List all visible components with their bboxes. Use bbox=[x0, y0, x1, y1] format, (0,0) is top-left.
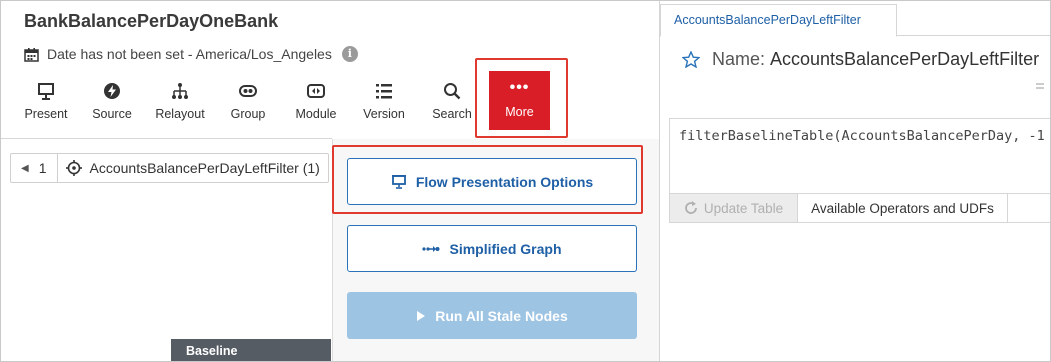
calendar-icon bbox=[24, 47, 39, 62]
simplified-graph-label: Simplified Graph bbox=[449, 240, 562, 257]
refresh-icon bbox=[684, 201, 697, 214]
breadcrumb-node[interactable]: AccountsBalancePerDayLeftFilter (1) bbox=[58, 154, 328, 182]
present-label: Present bbox=[24, 107, 68, 121]
source-label: Source bbox=[92, 107, 132, 121]
details-pane: AccountsBalancePerDayLeftFilter Name: Ac… bbox=[660, 1, 1050, 361]
toolbar-divider bbox=[1, 138, 332, 139]
more-dots-icon: ••• bbox=[509, 79, 530, 96]
simplified-graph-icon bbox=[422, 245, 440, 252]
left-arrow-icon[interactable]: ◀ bbox=[21, 163, 29, 174]
list-icon bbox=[376, 84, 392, 99]
group-icon bbox=[239, 85, 257, 97]
name-field-value[interactable]: AccountsBalancePerDayLeftFilter bbox=[770, 49, 1039, 70]
relayout-button[interactable]: Relayout bbox=[147, 79, 213, 125]
source-button[interactable]: Source bbox=[79, 79, 145, 125]
available-operators-button[interactable]: Available Operators and UDFs bbox=[798, 194, 1008, 222]
date-row: Date has not been set - America/Los_Ange… bbox=[24, 46, 358, 62]
name-row: Name: AccountsBalancePerDayLeftFilter bbox=[682, 49, 1039, 70]
relayout-label: Relayout bbox=[155, 107, 205, 121]
module-icon bbox=[307, 84, 325, 98]
version-label: Version bbox=[363, 107, 405, 121]
details-tabbar: AccountsBalancePerDayLeftFilter bbox=[660, 1, 1050, 37]
code-action-bar: Update Table Available Operators and UDF… bbox=[669, 193, 1050, 223]
presentation-icon bbox=[391, 175, 406, 189]
breadcrumb: ◀ 1 AccountsBalancePerDayLeftFilter (1) bbox=[10, 153, 329, 183]
version-button[interactable]: Version bbox=[351, 79, 417, 125]
tab-node-details[interactable]: AccountsBalancePerDayLeftFilter bbox=[660, 4, 897, 37]
more-button[interactable]: ••• More bbox=[489, 71, 550, 130]
code-editor[interactable]: filterBaselineTable(AccountsBalancePerDa… bbox=[669, 118, 1050, 194]
breadcrumb-node-label: AccountsBalancePerDayLeftFilter (1) bbox=[89, 160, 320, 176]
flow-title: BankBalancePerDayOneBank bbox=[24, 11, 279, 31]
update-table-button[interactable]: Update Table bbox=[670, 194, 798, 222]
baseline-tab[interactable]: Baseline bbox=[171, 339, 331, 361]
module-button[interactable]: Module bbox=[283, 79, 349, 125]
simplified-graph-button[interactable]: Simplified Graph bbox=[347, 225, 637, 272]
flow-presentation-options-button[interactable]: Flow Presentation Options bbox=[347, 158, 637, 205]
group-label: Group bbox=[230, 107, 266, 121]
play-icon bbox=[417, 310, 426, 321]
flow-presentation-options-label: Flow Presentation Options bbox=[415, 173, 594, 190]
name-field-label: Name: bbox=[712, 49, 766, 69]
target-icon bbox=[65, 160, 82, 176]
search-icon bbox=[444, 83, 461, 100]
date-text: Date has not been set - America/Los_Ange… bbox=[47, 46, 332, 62]
run-all-stale-nodes-label: Run All Stale Nodes bbox=[435, 307, 568, 324]
lightning-icon bbox=[104, 83, 120, 99]
group-button[interactable]: Group bbox=[215, 79, 281, 125]
present-button[interactable]: Present bbox=[13, 79, 79, 125]
app-frame: BankBalancePerDayOneBank Date has not be… bbox=[0, 0, 1051, 362]
module-label: Module bbox=[295, 107, 337, 121]
graph-nodes-icon bbox=[172, 83, 188, 99]
page-navigator[interactable]: ◀ 1 bbox=[11, 154, 58, 182]
star-icon[interactable] bbox=[682, 51, 700, 68]
presentation-icon bbox=[38, 83, 54, 100]
info-icon[interactable]: i bbox=[341, 46, 358, 62]
more-label: More bbox=[505, 105, 534, 119]
resize-grip[interactable] bbox=[1036, 83, 1044, 89]
update-table-label: Update Table bbox=[703, 200, 784, 216]
page-number: 1 bbox=[38, 160, 47, 176]
run-all-stale-nodes-button[interactable]: Run All Stale Nodes bbox=[347, 292, 637, 339]
